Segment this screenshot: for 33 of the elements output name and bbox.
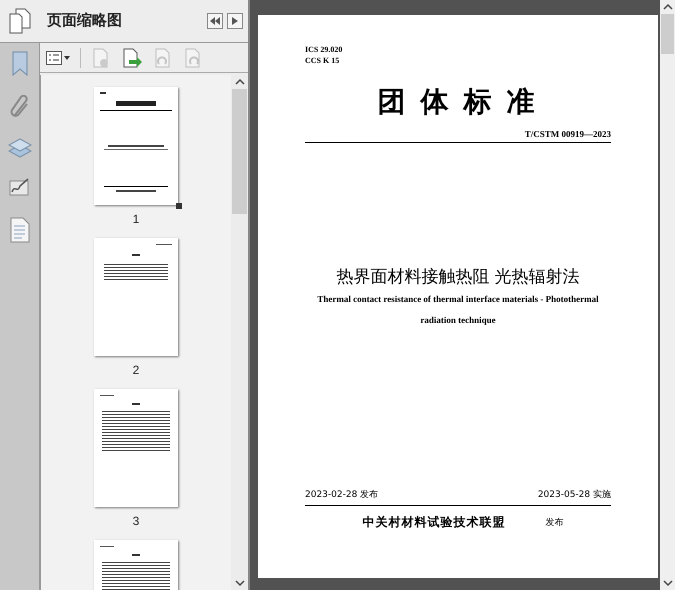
scroll-thumb[interactable]	[232, 89, 247, 214]
ccs-code: CCS K 15	[305, 55, 340, 66]
title-english: Thermal contact resistance of thermal interface materials - Photothermal	[316, 293, 600, 305]
scrollbar[interactable]	[660, 0, 675, 590]
panel-title: 页面缩略图	[47, 10, 123, 31]
ics-code: ICS 29.020	[305, 44, 344, 55]
selection-handle[interactable]	[176, 203, 182, 209]
next-button[interactable]	[227, 13, 243, 29]
publisher-suffix: 发布	[546, 516, 564, 528]
pages-icon[interactable]	[8, 8, 32, 34]
document-heading: 团 体 标 准	[376, 86, 540, 120]
standard-number: T/CSTM 00919—2023	[524, 128, 611, 140]
document-icon[interactable]	[10, 217, 30, 243]
page-number: 2	[132, 363, 140, 377]
caret-icon	[64, 56, 70, 60]
page-thumbnail[interactable]	[94, 87, 178, 205]
right-arrow-icon	[232, 17, 238, 25]
publish-date: 2023-02-28 发布	[305, 489, 378, 501]
collapse-panel-button[interactable]	[207, 13, 223, 29]
double-left-arrow-icon	[210, 17, 220, 25]
options-button[interactable]	[46, 50, 70, 64]
page-thumbnail[interactable]	[94, 389, 178, 507]
title-english: radiation technique	[419, 314, 497, 326]
publisher-name: 中关村材料试验技术联盟	[362, 514, 506, 530]
effective-date: 2023-05-28 实施	[538, 489, 611, 501]
scroll-thumb[interactable]	[661, 14, 674, 54]
page-number: 3	[132, 514, 140, 528]
page-thumbnail[interactable]	[94, 238, 178, 356]
paperclip-icon[interactable]	[8, 95, 30, 119]
insert-page-icon[interactable]	[121, 48, 143, 68]
scrollbar[interactable]	[231, 75, 248, 590]
title-chinese: 热界面材料接触热阻 光热辐射法	[335, 266, 581, 288]
page-number: 1	[132, 212, 140, 226]
